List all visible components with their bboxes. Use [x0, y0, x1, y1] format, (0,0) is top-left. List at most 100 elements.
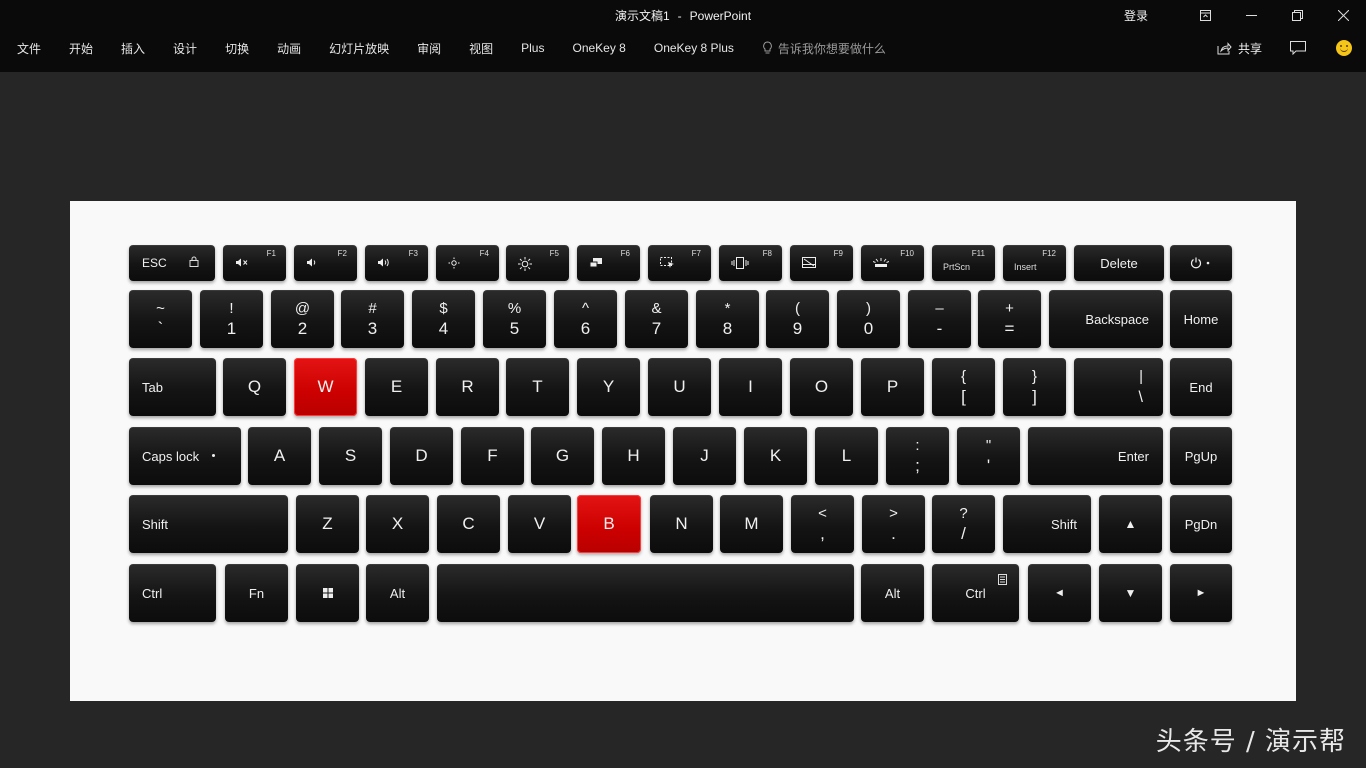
- key-enter[interactable]: Enter: [1028, 427, 1163, 485]
- key-s[interactable]: S: [319, 427, 382, 485]
- tab-plus[interactable]: Plus: [507, 41, 558, 55]
- key-0[interactable]: ) 0: [837, 290, 900, 348]
- key-minus[interactable]: – -: [908, 290, 971, 348]
- key-arrow-left[interactable]: ◄: [1028, 564, 1091, 622]
- key-tilde[interactable]: ~ `: [129, 290, 192, 348]
- key-end[interactable]: End: [1170, 358, 1232, 416]
- key-comma[interactable]: <,: [791, 495, 854, 553]
- key-2[interactable]: @2: [271, 290, 334, 348]
- key-u[interactable]: U: [648, 358, 711, 416]
- key-t[interactable]: T: [506, 358, 569, 416]
- tab-onekey8[interactable]: OneKey 8: [558, 41, 639, 55]
- key-arrow-up[interactable]: ▲: [1099, 495, 1162, 553]
- tab-design[interactable]: 设计: [159, 40, 211, 57]
- key-5[interactable]: % 5: [483, 290, 546, 348]
- key-backslash[interactable]: | \: [1074, 358, 1163, 416]
- tab-insert[interactable]: 插入: [107, 40, 159, 57]
- key-9[interactable]: (9: [766, 290, 829, 348]
- key-space[interactable]: [437, 564, 854, 622]
- tab-file[interactable]: 文件: [0, 40, 55, 57]
- key-3[interactable]: #3: [341, 290, 404, 348]
- minimize-button[interactable]: [1228, 0, 1274, 30]
- key-4[interactable]: $4: [412, 290, 475, 348]
- key-b-highlighted[interactable]: B: [577, 495, 641, 553]
- key-z[interactable]: Z: [296, 495, 359, 553]
- key-f8[interactable]: F8: [719, 245, 782, 281]
- key-n[interactable]: N: [650, 495, 713, 553]
- key-fn[interactable]: Fn: [225, 564, 288, 622]
- key-v[interactable]: V: [508, 495, 571, 553]
- key-caps-lock[interactable]: Caps lock: [129, 427, 241, 485]
- key-left-shift[interactable]: Shift: [129, 495, 288, 553]
- key-f4[interactable]: F4: [436, 245, 499, 281]
- key-power[interactable]: [1170, 245, 1232, 281]
- tab-slideshow[interactable]: 幻灯片放映: [315, 40, 403, 57]
- feedback-smiley-icon[interactable]: [1336, 40, 1352, 56]
- key-f[interactable]: F: [461, 427, 524, 485]
- key-p[interactable]: P: [861, 358, 924, 416]
- key-left-bracket[interactable]: {[: [932, 358, 995, 416]
- key-y[interactable]: Y: [577, 358, 640, 416]
- key-h[interactable]: H: [602, 427, 665, 485]
- key-delete[interactable]: Delete: [1074, 245, 1164, 281]
- key-slash[interactable]: ? /: [932, 495, 995, 553]
- key-x[interactable]: X: [366, 495, 429, 553]
- key-k[interactable]: K: [744, 427, 807, 485]
- slide-canvas[interactable]: ESC F1 F2 F3 F4 F5 F6 F7 F8 F9 F10 F11 P…: [70, 201, 1296, 701]
- key-arrow-right[interactable]: ►: [1170, 564, 1232, 622]
- key-semicolon[interactable]: :;: [886, 427, 949, 485]
- tab-transitions[interactable]: 切换: [211, 40, 263, 57]
- key-f2[interactable]: F2: [294, 245, 357, 281]
- key-quote[interactable]: " ': [957, 427, 1020, 485]
- tab-onekey8-plus[interactable]: OneKey 8 Plus: [640, 41, 748, 55]
- key-e[interactable]: E: [365, 358, 428, 416]
- comments-button[interactable]: [1290, 41, 1306, 55]
- tab-view[interactable]: 视图: [455, 40, 507, 57]
- key-left-alt[interactable]: Alt: [366, 564, 429, 622]
- key-d[interactable]: D: [390, 427, 453, 485]
- key-right-ctrl[interactable]: Ctrl: [932, 564, 1019, 622]
- key-right-bracket[interactable]: }]: [1003, 358, 1066, 416]
- restore-button[interactable]: [1274, 0, 1320, 30]
- share-button[interactable]: 共享: [1217, 40, 1262, 57]
- key-r[interactable]: R: [436, 358, 499, 416]
- close-button[interactable]: [1320, 0, 1366, 30]
- key-o[interactable]: O: [790, 358, 853, 416]
- tab-home[interactable]: 开始: [55, 40, 107, 57]
- key-pgup[interactable]: PgUp: [1170, 427, 1232, 485]
- key-7[interactable]: & 7: [625, 290, 688, 348]
- key-j[interactable]: J: [673, 427, 736, 485]
- key-c[interactable]: C: [437, 495, 500, 553]
- key-g[interactable]: G: [531, 427, 594, 485]
- tab-review[interactable]: 审阅: [403, 40, 455, 57]
- key-arrow-down[interactable]: ▼: [1099, 564, 1162, 622]
- login-button[interactable]: 登录: [1124, 7, 1148, 24]
- key-i[interactable]: I: [719, 358, 782, 416]
- key-8[interactable]: * 8: [696, 290, 759, 348]
- key-f6[interactable]: F6: [577, 245, 640, 281]
- key-right-alt[interactable]: Alt: [861, 564, 924, 622]
- key-f11[interactable]: F11 PrtScn: [932, 245, 995, 281]
- key-equals[interactable]: + =: [978, 290, 1041, 348]
- key-l[interactable]: L: [815, 427, 878, 485]
- key-period[interactable]: >.: [862, 495, 925, 553]
- key-f5[interactable]: F5: [506, 245, 569, 281]
- key-1[interactable]: ! 1: [200, 290, 263, 348]
- key-f10[interactable]: F10: [861, 245, 924, 281]
- key-tab[interactable]: Tab: [129, 358, 216, 416]
- key-esc[interactable]: ESC: [129, 245, 215, 281]
- key-f7[interactable]: F7: [648, 245, 711, 281]
- key-home[interactable]: Home: [1170, 290, 1232, 348]
- key-windows[interactable]: [296, 564, 359, 622]
- tab-animations[interactable]: 动画: [263, 40, 315, 57]
- ribbon-display-options-button[interactable]: [1182, 0, 1228, 30]
- tell-me-search[interactable]: 告诉我你想要做什么: [748, 40, 886, 57]
- key-left-ctrl[interactable]: Ctrl: [129, 564, 216, 622]
- key-m[interactable]: M: [720, 495, 783, 553]
- key-f12[interactable]: F12 Insert: [1003, 245, 1066, 281]
- key-f1[interactable]: F1: [223, 245, 286, 281]
- key-a[interactable]: A: [248, 427, 311, 485]
- key-pgdn[interactable]: PgDn: [1170, 495, 1232, 553]
- key-backspace[interactable]: Backspace: [1049, 290, 1163, 348]
- key-right-shift[interactable]: Shift: [1003, 495, 1091, 553]
